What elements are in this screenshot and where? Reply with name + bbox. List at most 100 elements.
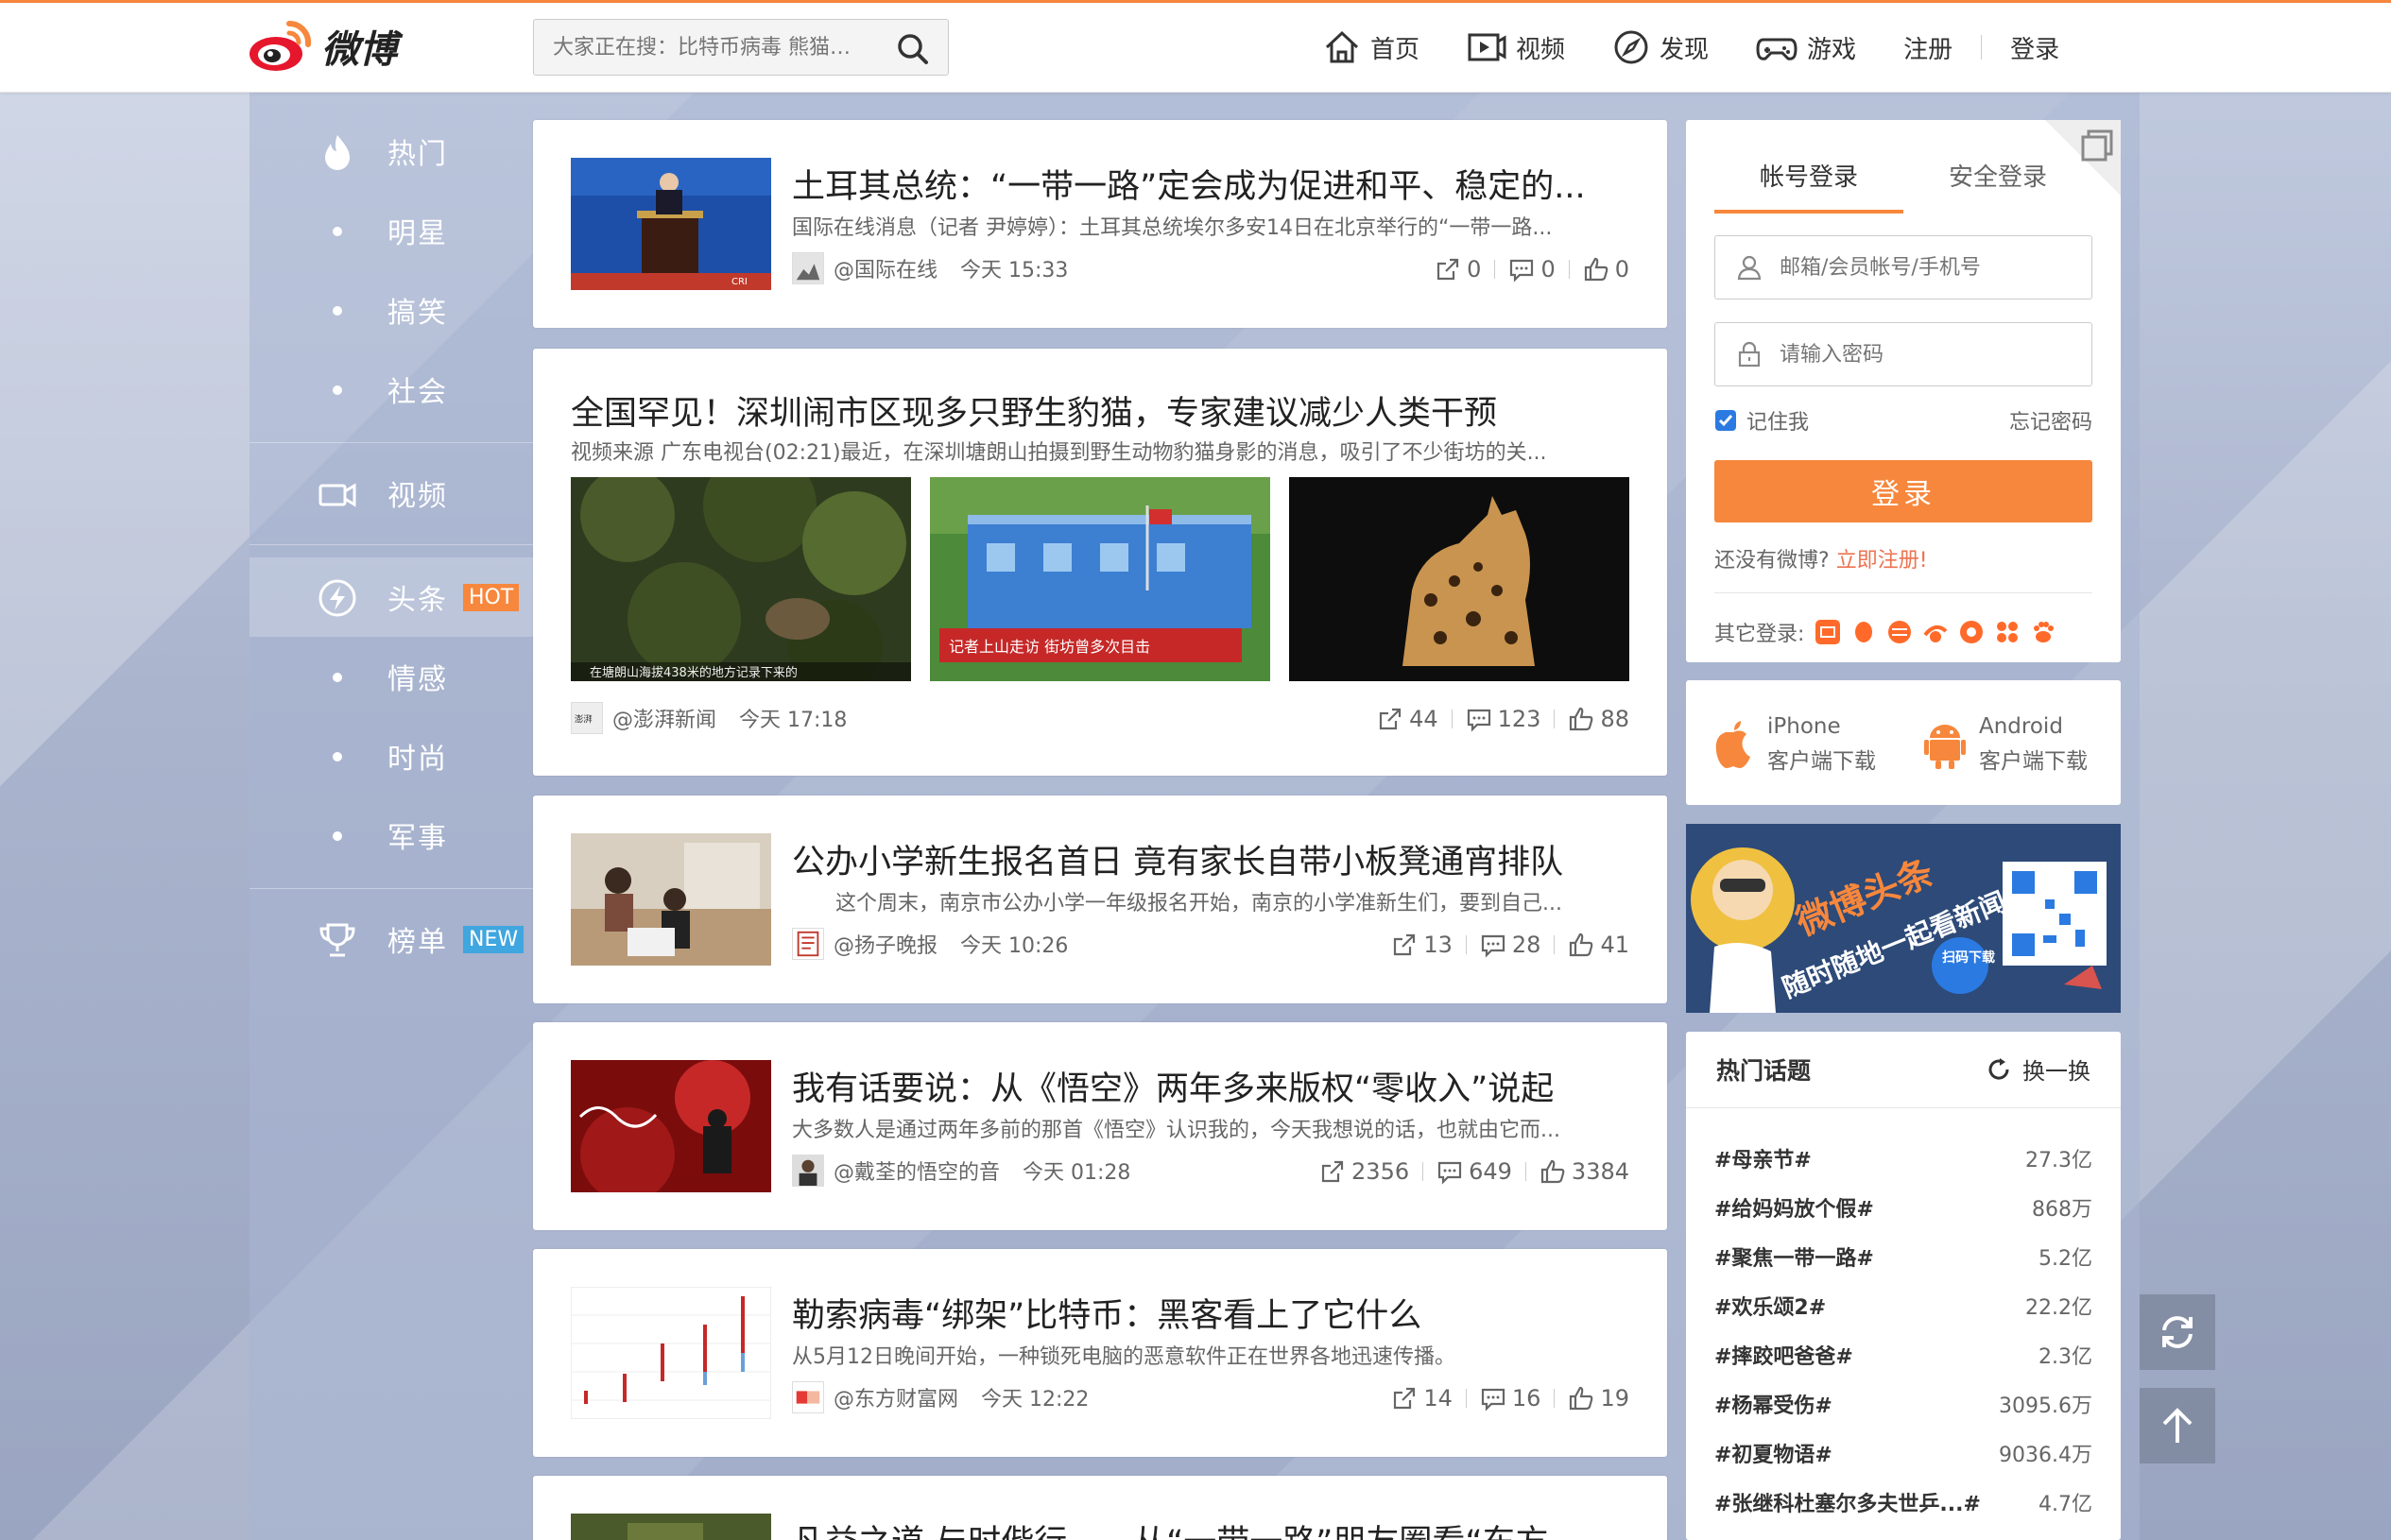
like-button[interactable]: 3384: [1540, 1158, 1629, 1185]
sohu-icon[interactable]: [1993, 618, 2021, 646]
like-button[interactable]: 41: [1568, 932, 1629, 958]
comment-button[interactable]: 28: [1480, 932, 1540, 958]
register-link[interactable]: 注册: [1903, 30, 1952, 65]
source-avatar[interactable]: [792, 1155, 824, 1187]
baidu-icon[interactable]: [2029, 618, 2057, 646]
sidebar-item-video[interactable]: 视频: [249, 453, 533, 533]
like-button[interactable]: 0: [1583, 256, 1629, 282]
iphone-download[interactable]: iPhone 客户端下载: [1712, 714, 1876, 775]
sidebar-item-emotion[interactable]: 情感: [249, 637, 533, 716]
repost-button[interactable]: 44: [1377, 706, 1438, 732]
nav-video[interactable]: 视频: [1467, 28, 1565, 66]
like-button[interactable]: 19: [1568, 1385, 1629, 1412]
thumbs-up-icon: [1570, 1386, 1593, 1411]
nav-games[interactable]: 游戏: [1756, 28, 1856, 66]
comment-button[interactable]: 123: [1466, 706, 1540, 732]
topic-row[interactable]: #摔跤吧爸爸# 2.3亿: [1714, 1340, 2092, 1370]
sidebar-item-hot[interactable]: 热门: [249, 111, 533, 191]
nav-home[interactable]: 首页: [1323, 28, 1419, 66]
tab-account-login[interactable]: 帐号登录: [1714, 158, 1903, 214]
netease-icon[interactable]: [1957, 618, 1986, 646]
username-input[interactable]: [1780, 255, 2082, 280]
topic-row[interactable]: #杨幂受伤# 3095.6万: [1714, 1389, 2092, 1419]
source-name[interactable]: @澎湃新闻: [612, 703, 716, 733]
source-avatar[interactable]: [792, 252, 824, 284]
feed-card[interactable]: 公办小学新生报名首日 竟有家长自带小板凳通宵排队 这个周末，南京市公办小学一年级…: [533, 796, 1667, 1003]
feed-card[interactable]: 全国罕见！深圳闹市区现多只野生豹猫，专家建议减少人类干预 视频来源 广东电视台(…: [533, 349, 1667, 776]
comment-button[interactable]: 16: [1480, 1385, 1540, 1412]
repost-button[interactable]: 13: [1391, 932, 1453, 958]
source-name[interactable]: @东方财富网: [834, 1382, 958, 1412]
source-avatar[interactable]: [792, 1381, 824, 1413]
news-title[interactable]: 凡益之道 与时偕行——从“一带一路”朋友圈看“东方: [792, 1515, 1629, 1540]
feed-card[interactable]: 我有话要说：从《悟空》两年多来版权“零收入”说起 大多数人是通过两年多前的那首《…: [533, 1022, 1667, 1230]
source-name[interactable]: @戴荃的悟空的音: [834, 1155, 1000, 1186]
sidebar-item-rankings[interactable]: 榜单 NEW: [249, 899, 533, 979]
repost-button[interactable]: 0: [1435, 256, 1481, 282]
login-button[interactable]: 登录: [1714, 460, 2092, 522]
promo-banner[interactable]: 扫码下载 微博头条 随时随地一起看新闻!: [1686, 824, 2121, 1013]
repost-button[interactable]: 2356: [1319, 1158, 1409, 1185]
tianyi-icon[interactable]: [1885, 618, 1914, 646]
login-link[interactable]: 登录: [2010, 30, 2059, 65]
password-input[interactable]: [1780, 342, 2082, 367]
topic-row[interactable]: #欢乐颂2# 22.2亿: [1714, 1291, 2092, 1321]
back-to-top-button[interactable]: [2140, 1388, 2215, 1463]
news-thumbnail[interactable]: [571, 833, 771, 966]
comment-button[interactable]: 0: [1508, 256, 1556, 282]
search-icon[interactable]: [897, 33, 929, 65]
news-title[interactable]: 公办小学新生报名首日 竟有家长自带小板凳通宵排队: [792, 835, 1629, 883]
taobao-icon[interactable]: [1814, 618, 1842, 646]
sidebar-item-fashion[interactable]: 时尚: [249, 716, 533, 796]
news-title[interactable]: 土耳其总统：“一带一路”定会成为促进和平、稳定的...: [792, 160, 1629, 208]
like-count: 88: [1600, 706, 1629, 732]
weibo-logo[interactable]: 微博: [248, 16, 397, 77]
news-thumbnail[interactable]: [571, 1514, 771, 1540]
topic-row[interactable]: #母亲节# 27.3亿: [1714, 1143, 2092, 1173]
sidebar-item-society[interactable]: 社会: [249, 350, 533, 429]
register-now-link[interactable]: 立即注册!: [1836, 549, 1928, 573]
sidebar-item-headlines[interactable]: 头条 HOT: [249, 557, 533, 637]
source-name[interactable]: @扬子晚报: [834, 929, 937, 959]
sidebar-item-military[interactable]: 军事: [249, 796, 533, 875]
android-download[interactable]: Android 客户端下载: [1924, 714, 2088, 775]
repost-count: 0: [1467, 256, 1482, 282]
topic-row[interactable]: #初夏物语# 9036.4万: [1714, 1438, 2092, 1468]
news-image[interactable]: 在塘朗山海拔438米的地方记录下来的: [571, 477, 911, 681]
feed-card[interactable]: 勒索病毒“绑架”比特币：黑客看上了它什么 从5月12日晚间开始，一种锁死电脑的恶…: [533, 1249, 1667, 1457]
search-input[interactable]: [534, 20, 874, 75]
news-image[interactable]: 记者上山走访 街坊曾多次目击: [930, 477, 1270, 681]
repost-button[interactable]: 14: [1391, 1385, 1453, 1412]
news-title[interactable]: 我有话要说：从《悟空》两年多来版权“零收入”说起: [792, 1062, 1629, 1110]
news-title[interactable]: 全国罕见！深圳闹市区现多只野生豹猫，专家建议减少人类干预: [571, 386, 1629, 435]
refresh-topics-button[interactable]: 换一换: [1985, 1052, 2090, 1086]
source-name[interactable]: @国际在线: [834, 253, 937, 283]
feed-card[interactable]: 凡益之道 与时偕行——从“一带一路”朋友圈看“东方: [533, 1476, 1667, 1540]
feed-card[interactable]: CRI 土耳其总统：“一带一路”定会成为促进和平、稳定的... 国际在线消息（记…: [533, 120, 1667, 328]
source-avatar[interactable]: 澎湃: [571, 702, 603, 734]
like-count: 19: [1600, 1385, 1629, 1412]
topic-row[interactable]: #聚焦一带一路# 5.2亿: [1714, 1241, 2092, 1272]
source-avatar[interactable]: [792, 928, 824, 960]
nav-discover[interactable]: 发现: [1612, 28, 1709, 66]
sidebar-item-stars[interactable]: 明星: [249, 191, 533, 270]
forgot-password-link[interactable]: 忘记密码: [2009, 405, 2092, 436]
sidebar-item-funny[interactable]: 搞笑: [249, 270, 533, 350]
qq-icon[interactable]: [1849, 618, 1878, 646]
refresh-feed-button[interactable]: [2140, 1294, 2215, 1370]
news-image[interactable]: [1289, 477, 1629, 681]
topic-row[interactable]: #张继科杜塞尔多夫世乒...# 4.7亿: [1714, 1487, 2092, 1517]
like-button[interactable]: 88: [1568, 706, 1629, 732]
news-thumbnail[interactable]: CRI: [571, 158, 771, 290]
news-thumbnail[interactable]: [571, 1287, 771, 1419]
topic-count: 27.3亿: [2025, 1149, 2092, 1172]
news-title[interactable]: 勒索病毒“绑架”比特币：黑客看上了它什么: [792, 1289, 1629, 1337]
comment-button[interactable]: 649: [1436, 1158, 1512, 1185]
tab-secure-login[interactable]: 安全登录: [1903, 158, 2092, 214]
repost-icon: [1394, 1387, 1416, 1410]
news-thumbnail[interactable]: [571, 1060, 771, 1192]
360-icon[interactable]: [1921, 618, 1950, 646]
topic-row[interactable]: #给妈妈放个假# 868万: [1714, 1192, 2092, 1223]
remember-checkbox[interactable]: [1714, 409, 1737, 432]
news-meta: @扬子晚报 今天 10:26: [792, 928, 1068, 960]
